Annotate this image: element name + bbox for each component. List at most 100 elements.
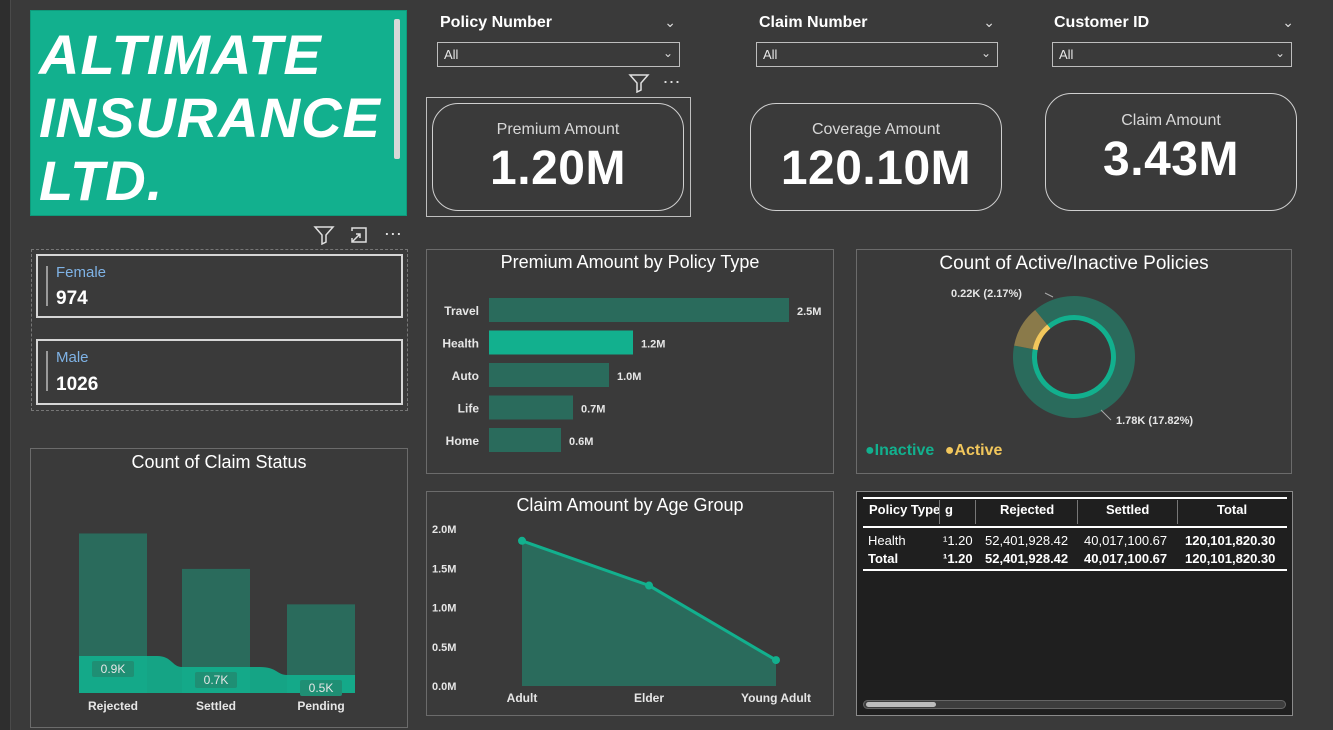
table-row[interactable]: Health ¹1.20 52,401,928.42 40,017,100.67… xyxy=(857,532,1294,550)
claim-number-dropdown[interactable]: All ⌄ xyxy=(756,42,998,67)
focus-mode-icon[interactable] xyxy=(349,225,371,245)
table-bottom-border xyxy=(863,569,1287,571)
slicer-title: Customer ID xyxy=(1054,14,1150,31)
gender-card-male[interactable]: Male 1026 xyxy=(36,339,403,405)
category-label: Travel xyxy=(444,304,479,318)
logo-line-2: INSURANCE xyxy=(39,86,381,149)
dropdown-value: All xyxy=(763,47,778,62)
cell-total: 120,101,820.30 xyxy=(1185,533,1276,548)
logo-line-1: ALTIMATE xyxy=(39,23,322,86)
col-header-truncated[interactable]: g xyxy=(945,502,953,517)
col-header-settled[interactable]: Settled xyxy=(1106,502,1149,517)
dropdown-value: All xyxy=(1059,47,1074,62)
logo-scrollbar[interactable] xyxy=(394,19,400,159)
chevron-down-icon[interactable]: ⌄ xyxy=(1282,14,1294,31)
horizontal-scrollbar[interactable] xyxy=(863,700,1286,709)
category-label: Settled xyxy=(196,699,236,713)
card-label: Male xyxy=(56,349,89,366)
bar-travel xyxy=(489,298,789,322)
active-inactive-policies-chart[interactable]: Count of Active/Inactive Policies 0.22K … xyxy=(856,249,1292,474)
kpi-visual-header: ⋯ xyxy=(628,72,680,93)
cell-rejected: 52,401,928.42 xyxy=(985,533,1069,548)
table-row-total[interactable]: Total ¹1.20 52,401,928.42 40,017,100.67 … xyxy=(857,550,1294,568)
policy-number-dropdown[interactable]: All ⌄ xyxy=(437,42,680,67)
kpi-label: Premium Amount xyxy=(496,121,620,138)
col-header-rejected[interactable]: Rejected xyxy=(1000,502,1054,517)
col-divider xyxy=(939,500,940,524)
category-label: Auto xyxy=(452,369,479,383)
data-label: 0.5K xyxy=(309,681,334,695)
category-label: Young Adult xyxy=(741,691,811,705)
col-header-policy-type[interactable]: Policy Type xyxy=(869,502,940,517)
premium-bar-svg: Travel 2.5M Health 1.2M Auto 1.0M Life 0.7M Home… xyxy=(442,298,821,452)
legend-active[interactable]: Active xyxy=(954,442,1002,459)
col-divider xyxy=(975,500,976,524)
chevron-down-icon: ⌄ xyxy=(662,46,673,60)
data-label: 0.7M xyxy=(581,404,605,416)
dropdown-value: All xyxy=(444,47,459,62)
data-label: 1.0M xyxy=(617,371,641,383)
category-label: Rejected xyxy=(88,699,138,713)
claim-status-chart[interactable]: Count of Claim Status Rejected Settled Pen… xyxy=(30,448,408,728)
cell-settled: 40,017,100.67 xyxy=(1084,551,1168,566)
legend-dot-active: ● xyxy=(944,442,955,459)
data-point xyxy=(772,656,780,665)
filter-icon[interactable] xyxy=(313,225,335,245)
y-tick-label: 1.0M xyxy=(432,603,456,615)
kpi-claim-amount[interactable]: Claim Amount 3.43M xyxy=(1045,93,1297,211)
gender-visual-header: ⋯ xyxy=(313,224,402,245)
bar-life xyxy=(489,395,573,420)
claim-status-svg: Rejected Settled Pending 0.9K 0.7K 0.5K xyxy=(79,533,355,713)
left-edge-strip xyxy=(0,0,11,730)
category-label: Elder xyxy=(634,691,664,705)
col-header-total[interactable]: Total xyxy=(1217,502,1247,517)
cell-truncated: ¹1.20 xyxy=(943,533,973,548)
category-label: Home xyxy=(446,434,480,448)
gender-card-female[interactable]: Female 974 xyxy=(36,254,403,318)
table-top-border xyxy=(863,497,1287,499)
kpi-value: 3.43M xyxy=(1103,133,1239,186)
card-value: 974 xyxy=(56,288,88,309)
slicer-policy-number: Policy Number ⌄ All ⌄ xyxy=(437,14,680,70)
donut-legend: ●Inactive ●Active xyxy=(865,442,1002,460)
data-label: 0.7K xyxy=(204,673,229,687)
cell-settled: 40,017,100.67 xyxy=(1084,533,1168,548)
customer-id-dropdown[interactable]: All ⌄ xyxy=(1052,42,1292,67)
logo-line-3: LTD. xyxy=(39,149,164,212)
card-value: 1026 xyxy=(56,374,99,395)
card-accent-bar xyxy=(46,351,48,391)
kpi-coverage-amount[interactable]: Coverage Amount 120.10M xyxy=(750,103,1002,211)
data-point xyxy=(645,581,653,590)
y-tick-label: 0.0M xyxy=(432,681,456,693)
cell-truncated: ¹1.20 xyxy=(943,551,973,566)
filter-icon[interactable] xyxy=(628,73,650,93)
category-label: Adult xyxy=(507,691,538,705)
scrollbar-thumb[interactable] xyxy=(866,702,936,707)
cell-rejected: 52,401,928.42 xyxy=(985,551,1069,566)
policy-claims-matrix[interactable]: Policy Type g Rejected Settled Total Hea… xyxy=(856,491,1293,716)
data-label: 0.6M xyxy=(569,436,593,448)
slice-label-active: 0.22K (2.17%) xyxy=(951,288,1022,300)
slicer-customer-id: Customer ID ⌄ All ⌄ xyxy=(1052,14,1294,70)
premium-by-policy-type-chart[interactable]: Premium Amount by Policy Type Travel 2.5M… xyxy=(426,249,834,474)
cell-total: 120,101,820.30 xyxy=(1185,551,1276,566)
more-options-icon[interactable]: ⋯ xyxy=(662,72,680,92)
kpi-premium-amount[interactable]: Premium Amount 1.20M xyxy=(432,103,684,211)
table-header-border xyxy=(863,526,1287,528)
y-tick-label: 1.5M xyxy=(432,563,456,575)
chevron-down-icon: ⌄ xyxy=(1274,46,1285,60)
claim-by-age-group-chart[interactable]: Claim Amount by Age Group 0.0M 0.5M 1.0M 1.… xyxy=(426,491,834,716)
chevron-down-icon[interactable]: ⌄ xyxy=(983,14,995,31)
bar-auto xyxy=(489,363,609,387)
company-logo: ALTIMATE INSURANCE LTD. xyxy=(30,10,407,216)
slicer-title: Policy Number xyxy=(440,14,553,31)
cell-policy-type: Health xyxy=(868,533,906,548)
chevron-down-icon[interactable]: ⌄ xyxy=(664,14,676,31)
legend-dot-inactive: ● xyxy=(865,442,875,459)
slice-label-inactive: 1.78K (17.82%) xyxy=(1116,415,1193,427)
age-area-svg: 0.0M 0.5M 1.0M 1.5M 2.0M Adult Elder Young Adul… xyxy=(432,524,811,705)
more-options-icon[interactable]: ⋯ xyxy=(384,224,402,244)
card-label: Female xyxy=(56,264,107,281)
slicer-claim-number: Claim Number ⌄ All ⌄ xyxy=(756,14,999,70)
legend-inactive[interactable]: Inactive xyxy=(875,442,935,459)
